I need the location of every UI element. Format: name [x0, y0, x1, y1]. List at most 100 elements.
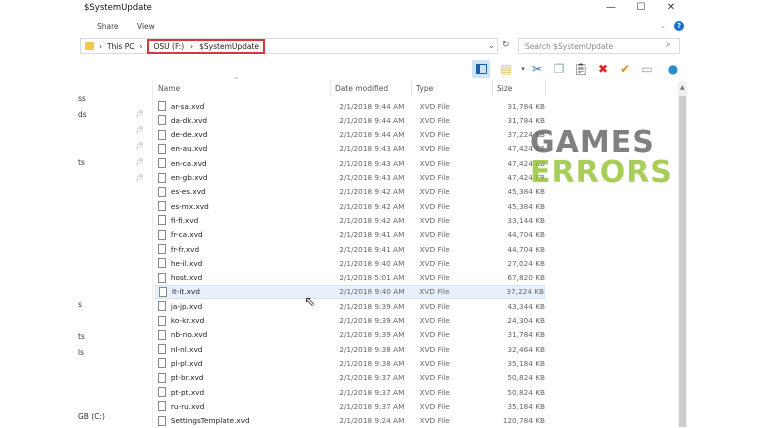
file-name: fr-ca.xvd: [170, 230, 203, 240]
file-type: XVD File: [419, 416, 450, 426]
file-name: ar-sa.xvd: [170, 101, 205, 111]
highlighted-path: OSU (F:) › $SystemUpdate: [147, 38, 266, 54]
column-divider[interactable]: [545, 80, 546, 96]
breadcrumb-drive[interactable]: OSU (F:): [153, 42, 184, 51]
file-row[interactable]: es-mx.xvd 2/1/2018 9:42 AM XVD File 45,3…: [155, 199, 545, 213]
chevron-right-icon: ›: [99, 41, 102, 51]
file-row[interactable]: host.xvd 2/1/2018 5:01 AM XVD File 67,82…: [155, 271, 545, 285]
nav-item[interactable]: ts: [78, 158, 85, 167]
new-item-icon[interactable]: ▤: [497, 60, 515, 78]
tab-view[interactable]: View: [137, 22, 155, 31]
file-row[interactable]: ar-sa.xvd 2/1/2018 9:44 AM XVD File 31,7…: [155, 99, 545, 113]
column-header-size[interactable]: Size: [497, 84, 512, 93]
nav-item[interactable]: ds: [78, 110, 87, 119]
file-row[interactable]: fr-ca.xvd 2/1/2018 9:41 AM XVD File 44,7…: [155, 228, 545, 242]
file-row[interactable]: en-au.xvd 2/1/2018 9:43 AM XVD File 47,4…: [155, 142, 545, 156]
column-divider[interactable]: [411, 80, 412, 96]
nav-item[interactable]: s: [78, 300, 82, 309]
column-header-date[interactable]: Date modified: [335, 84, 388, 93]
file-icon: [158, 358, 166, 369]
paste-icon[interactable]: 📋︎: [572, 60, 590, 78]
file-row[interactable]: en-gb.xvd 2/1/2018 9:43 AM XVD File 47,4…: [155, 171, 545, 185]
file-row[interactable]: ko-kr.xvd 2/1/2018 9:39 AM XVD File 24,3…: [155, 314, 545, 328]
pin-icon[interactable]: 📌︎: [135, 142, 144, 150]
file-type: XVD File: [419, 316, 450, 325]
file-date: 2/1/2018 9:37 AM: [339, 401, 405, 411]
refresh-icon[interactable]: ↻: [502, 40, 510, 50]
file-icon: [158, 115, 166, 126]
cut-icon[interactable]: ✂: [528, 60, 546, 78]
file-row[interactable]: es-es.xvd 2/1/2018 9:42 AM XVD File 45,3…: [155, 185, 545, 199]
mouse-cursor-icon: ⇖: [304, 294, 316, 310]
nav-item[interactable]: ls: [78, 348, 84, 357]
pin-icon[interactable]: 📌︎: [135, 126, 144, 134]
file-date: 2/1/2018 9:44 AM: [339, 115, 405, 125]
file-icon: [158, 329, 166, 340]
file-row[interactable]: pt-pt.xvd 2/1/2018 9:37 AM XVD File 50,8…: [155, 385, 545, 399]
copy-icon[interactable]: ❐: [550, 60, 568, 78]
file-row[interactable]: da-dk.xvd 2/1/2018 9:44 AM XVD File 31,7…: [155, 113, 545, 127]
scroll-up-icon[interactable]: ▲: [680, 84, 685, 91]
file-row[interactable]: SettingsTemplate.xvd 2/1/2018 9:24 AM XV…: [155, 414, 545, 428]
file-row[interactable]: de-de.xvd 2/1/2018 9:44 AM XVD File 37,2…: [155, 128, 545, 142]
file-date: 2/1/2018 9:41 AM: [339, 244, 405, 254]
nav-item-drive-c[interactable]: GB (C:): [78, 412, 105, 421]
maximize-button[interactable]: ☐: [626, 0, 656, 16]
column-divider[interactable]: [492, 80, 493, 96]
search-input[interactable]: Search $SystemUpdate: [518, 38, 680, 54]
pin-icon[interactable]: 📌︎: [135, 110, 144, 118]
column-header-name[interactable]: Name: [158, 84, 180, 93]
file-row[interactable]: it-it.xvd 2/1/2018 9:40 AM XVD File 37,2…: [155, 284, 545, 299]
file-row[interactable]: nl-nl.xvd 2/1/2018 9:38 AM XVD File 32,4…: [155, 342, 545, 356]
nav-item[interactable]: ts: [78, 332, 85, 341]
nav-item[interactable]: ss: [78, 94, 86, 103]
file-icon: [158, 244, 166, 254]
breadcrumb-this-pc[interactable]: This PC: [107, 42, 134, 51]
expand-ribbon-icon[interactable]: ⌄: [660, 22, 666, 30]
history-dropdown-icon[interactable]: ⌄: [488, 41, 495, 50]
file-row[interactable]: pl-pl.xvd 2/1/2018 9:38 AM XVD File 35,1…: [155, 356, 545, 370]
file-date: 2/1/2018 5:01 AM: [339, 273, 405, 283]
file-row[interactable]: he-il.xvd 2/1/2018 9:40 AM XVD File 27,0…: [155, 256, 545, 270]
file-type: XVD File: [419, 187, 450, 197]
file-type: XVD File: [419, 230, 450, 240]
file-row[interactable]: ja-jp.xvd 2/1/2018 9:39 AM XVD File 43,3…: [155, 299, 545, 313]
search-icon[interactable]: ⌕: [666, 40, 670, 50]
file-row[interactable]: nb-no.xvd 2/1/2018 9:39 AM XVD File 31,7…: [155, 328, 545, 342]
file-row[interactable]: fr-fr.xvd 2/1/2018 9:41 AM XVD File 44,7…: [155, 242, 545, 256]
file-date: 2/1/2018 9:40 AM: [339, 258, 405, 268]
minimize-button[interactable]: —: [596, 0, 626, 16]
file-row[interactable]: ru-ru.xvd 2/1/2018 9:37 AM XVD File 35,1…: [155, 399, 545, 413]
file-icon: [158, 387, 166, 397]
file-icon: [158, 101, 166, 111]
check-icon[interactable]: ✔: [616, 60, 634, 78]
address-bar[interactable]: › This PC › OSU (F:) › $SystemUpdate: [80, 38, 498, 54]
file-date: 2/1/2018 9:40 AM: [339, 287, 405, 297]
column-header-type[interactable]: Type: [416, 84, 433, 93]
preview-pane-icon[interactable]: [472, 60, 490, 78]
file-size: 35,184 KB: [507, 401, 545, 411]
file-type: XVD File: [419, 273, 450, 283]
file-name: de-de.xvd: [170, 130, 208, 140]
help-icon[interactable]: ?: [674, 21, 684, 31]
file-date: 2/1/2018 9:42 AM: [339, 201, 405, 211]
delete-icon[interactable]: ✖: [594, 60, 612, 78]
pin-icon[interactable]: 📌︎: [135, 158, 144, 166]
file-date: 2/1/2018 9:41 AM: [339, 230, 405, 240]
breadcrumb-folder[interactable]: $SystemUpdate: [199, 42, 259, 51]
file-icon: [158, 372, 166, 383]
file-icon: [158, 186, 166, 197]
file-row[interactable]: en-ca.xvd 2/1/2018 9:43 AM XVD File 47,4…: [155, 156, 545, 170]
file-row[interactable]: fi-fi.xvd 2/1/2018 9:42 AM XVD File 33,1…: [155, 213, 545, 227]
pin-icon[interactable]: 📌︎: [135, 174, 144, 182]
tab-share[interactable]: Share: [97, 22, 119, 31]
rename-icon[interactable]: ▭: [638, 60, 656, 78]
file-row[interactable]: pt-br.xvd 2/1/2018 9:37 AM XVD File 50,8…: [155, 371, 545, 385]
close-button[interactable]: ✕: [656, 0, 686, 16]
file-size: 24,304 KB: [507, 316, 545, 325]
globe-icon[interactable]: ●: [664, 60, 682, 78]
column-divider[interactable]: [330, 80, 331, 96]
file-type: XVD File: [419, 358, 450, 368]
scrollbar-thumb[interactable]: [679, 96, 686, 427]
file-date: 2/1/2018 9:39 AM: [339, 301, 405, 311]
